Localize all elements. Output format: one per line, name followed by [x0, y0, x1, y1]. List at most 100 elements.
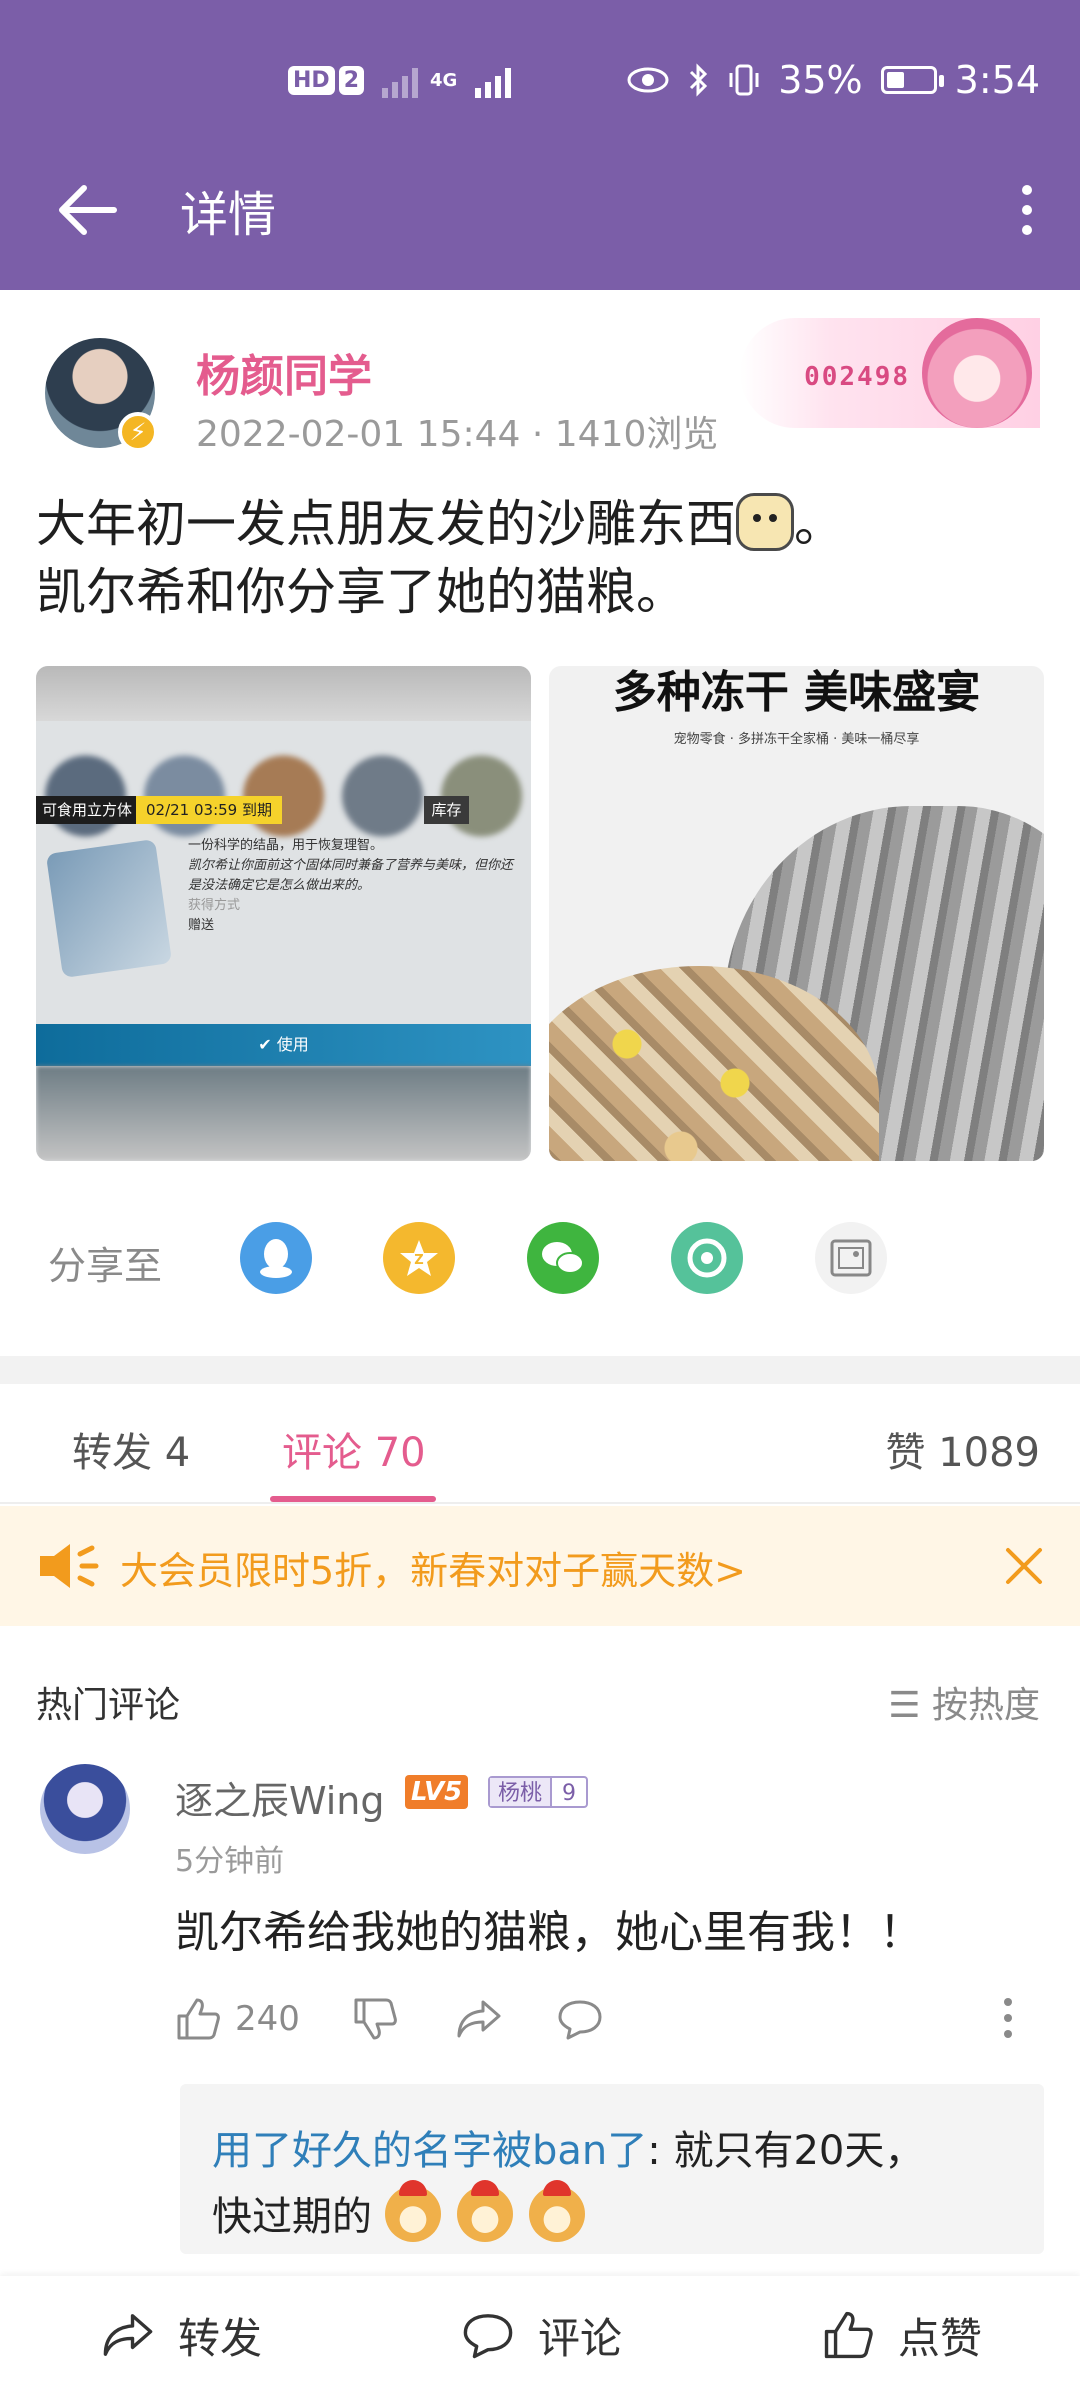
svg-text:Z: Z [414, 1253, 423, 1268]
network-type: 4G [430, 69, 458, 91]
sort-toggle[interactable]: ☰ 按热度 [888, 1676, 1040, 1728]
bottom-repost-label: 转发 [178, 2313, 263, 2363]
post-image-1[interactable]: 可食用立方体 02/21 03:59 到期 库存 一份科学的结晶，用于恢复理智。… [36, 666, 531, 1161]
post-image-2[interactable]: 多种冻干 美味盛宴 宠物零食 · 多拼冻干全家桶 · 美味一桶尽享 [549, 666, 1044, 1161]
img1-desc-2: 凯尔希让你面前这个固体同时兼备了营养与美味，但你还是没法确定它是怎么做出来的。 [188, 858, 514, 893]
menu-lines-icon: ☰ [888, 1685, 921, 1726]
clock: 3:54 [954, 58, 1040, 102]
img1-desc-1: 一份科学的结晶，用于恢复理智。 [188, 838, 384, 853]
signal-sim2-icon [475, 62, 512, 98]
vibrate-icon [729, 64, 759, 96]
battery-icon [880, 66, 944, 94]
signal-sim1-icon [382, 62, 418, 98]
img1-gift: 赠送 [188, 918, 215, 933]
tab-likes[interactable]: 赞 1089 [885, 1420, 1040, 1478]
bottom-comment-button[interactable]: 评论 [460, 2300, 622, 2370]
fan-medal-name: 杨桃 [490, 1778, 551, 1806]
commenter-name[interactable]: 逐之辰Wing [175, 1770, 385, 1825]
doge-emoji-icon [456, 2180, 513, 2242]
bottom-repost-button[interactable]: 转发 [100, 2300, 262, 2370]
wechat-icon[interactable] [527, 1222, 599, 1294]
speaker-icon [40, 1544, 99, 1588]
post-line-1: 大年初一发点朋友发的沙雕东西。 [36, 490, 1046, 558]
top-bar: HD 2 4G 35% 3:54 详情 [0, 0, 1080, 290]
reply-author[interactable]: 用了好久的名字被ban了 [212, 2128, 647, 2174]
post-meta: 2022-02-01 15:44 · 1410浏览 [196, 405, 718, 457]
sort-label: 按热度 [931, 1685, 1040, 1726]
comment-like-count: 240 [235, 1999, 300, 2039]
fan-medal-level: 9 [550, 1778, 586, 1806]
status-left: HD 2 4G [288, 50, 512, 110]
post-line-1-end: 。 [794, 495, 844, 553]
tab-repost[interactable]: 转发 4 [72, 1420, 190, 1478]
status-right: 35% 3:54 [626, 50, 1040, 110]
thumbs-up-icon [824, 2311, 873, 2359]
img1-bottom-blur [36, 1066, 531, 1161]
meta-separator: · [531, 414, 544, 455]
repost-arrow-icon [103, 2314, 153, 2356]
comment-dislike-button[interactable] [352, 1994, 398, 2044]
doge-emoji-icon [528, 2180, 585, 2242]
img2-subline: 宠物零食 · 多拼冻干全家桶 · 美味一桶尽享 [673, 732, 920, 747]
tab-comments[interactable]: 评论 70 [282, 1420, 426, 1478]
img1-expire: 到期 [242, 801, 273, 819]
image-frame-glyph [830, 1239, 872, 1277]
hd-badge: HD [288, 65, 335, 95]
thumbs-up-icon [177, 1998, 220, 2040]
img1-use-bar: ✔ 使用 [36, 1024, 531, 1066]
promo-text[interactable]: 大会员限时5折，新春对对子赢天数> [120, 1540, 746, 1595]
tab-separator [0, 1502, 1080, 1504]
comment-like-button[interactable]: 240 [175, 1994, 300, 2044]
img1-source: 获得方式 [188, 898, 241, 913]
img1-top-strip [36, 666, 531, 721]
verified-lightning-icon: ⚡ [118, 412, 158, 452]
comment-reply-button[interactable] [556, 1994, 604, 2044]
save-image-icon[interactable] [815, 1222, 887, 1294]
wechat-bubbles-glyph [542, 1242, 584, 1274]
bear-emoji-icon [736, 493, 794, 551]
speech-bubble-icon [558, 2000, 602, 2040]
fan-medal[interactable]: 杨桃 9 [488, 1776, 589, 1808]
post-date: 2022-02-01 15:44 [196, 414, 521, 455]
img1-item-label: 可食用立方体 [36, 796, 139, 824]
comment-text: 凯尔希给我她的猫粮，她心里有我！！ [175, 1907, 923, 1958]
img1-date: 02/21 03:59 [146, 801, 238, 819]
eye-comfort-icon [627, 67, 669, 93]
fan-badge-character [922, 318, 1032, 428]
battery-percent: 35% [778, 58, 863, 102]
comment-share-button[interactable] [455, 1994, 503, 2044]
comment-time: 5分钟前 [175, 1844, 285, 1879]
hot-comments-title: 热门评论 [36, 1685, 181, 1726]
bottom-like-button[interactable]: 点赞 [820, 2300, 982, 2370]
qq-icon[interactable] [240, 1222, 312, 1294]
sim-badge: 2 [338, 65, 364, 95]
close-icon[interactable] [1002, 1544, 1046, 1588]
commenter-avatar[interactable] [40, 1764, 130, 1854]
level-badge: LV5 [405, 1775, 469, 1809]
bottom-comment-label: 评论 [538, 2313, 623, 2363]
author-name[interactable]: 杨颜同学 [196, 340, 372, 404]
qq-penguin-glyph [260, 1239, 292, 1278]
qzone-icon[interactable]: Z [383, 1222, 455, 1294]
view-count: 1410浏览 [554, 414, 719, 455]
section-divider [0, 1356, 1080, 1384]
comment-bubble-icon [463, 2314, 513, 2359]
bluetooth-icon [690, 63, 708, 97]
reply-body-2: 快过期的 [212, 2194, 372, 2240]
img1-description: 一份科学的结晶，用于恢复理智。 凯尔希让你面前这个固体同时兼备了营养与美味，但你… [188, 836, 523, 936]
doge-emoji-icon [384, 2180, 441, 2242]
fan-badge-number: 002498 [804, 362, 910, 392]
share-label: 分享至 [48, 1244, 163, 1288]
bottom-like-label: 点赞 [898, 2313, 983, 2363]
img1-item-bag [45, 838, 173, 979]
hd-badges: HD 2 [288, 65, 364, 95]
more-vert-icon[interactable] [1012, 180, 1042, 240]
img1-stock-label: 库存 [424, 796, 469, 824]
post-line-2: 凯尔希和你分享了她的猫粮。 [36, 563, 686, 621]
share-arrow-icon [457, 2000, 501, 2038]
moments-icon[interactable] [671, 1222, 743, 1294]
reply-text: 用了好久的名字被ban了: 就只有20天， 快过期的 [212, 2118, 1012, 2250]
page-title: 详情 [180, 187, 277, 243]
comment-more-icon[interactable] [1000, 1996, 1016, 2040]
back-arrow-icon[interactable] [52, 175, 122, 245]
